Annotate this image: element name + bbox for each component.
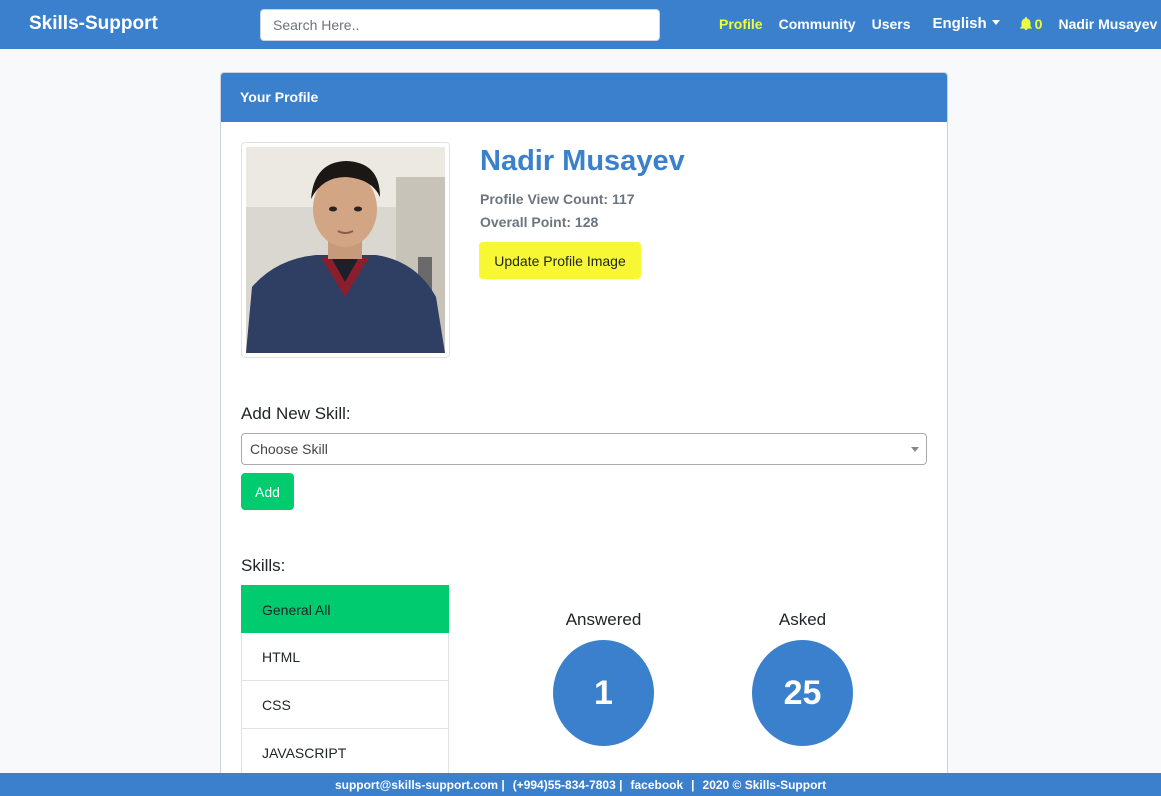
nav-community-link[interactable]: Community — [779, 16, 856, 32]
notification-count: 0 — [1034, 15, 1043, 32]
update-profile-image-button[interactable]: Update Profile Image — [479, 242, 641, 279]
profile-avatar — [246, 147, 445, 353]
profile-card: Your Profile Nadir Musayev Profile View … — [220, 72, 948, 796]
footer-separator: | — [691, 777, 695, 792]
answered-count: 1 — [553, 640, 654, 746]
chevron-down-icon — [911, 447, 919, 452]
footer-facebook-link[interactable]: facebook — [630, 778, 683, 792]
asked-count: 25 — [752, 640, 853, 746]
search-input[interactable] — [260, 9, 660, 41]
answered-label: Answered — [565, 610, 642, 629]
add-skill-label: Add New Skill: — [241, 404, 351, 423]
user-menu-label: Nadir Musayev — [1058, 15, 1158, 32]
overall-point: Overall Point: 128 — [480, 214, 599, 230]
footer-email[interactable]: support@skills-support.com | — [335, 778, 505, 792]
footer-phone[interactable]: (+994)55-834-7803 | — [513, 778, 623, 792]
asked-label: Asked — [778, 610, 827, 629]
nav-users-link[interactable]: Users — [872, 16, 911, 32]
skill-select[interactable]: Choose Skill — [241, 433, 927, 465]
notifications-button[interactable]: 0 — [1019, 15, 1043, 32]
top-navbar: Skills-Support Profile Community Users E… — [0, 0, 1161, 49]
language-dropdown[interactable]: English — [933, 15, 1000, 32]
asked-stat: Asked 25 — [752, 610, 853, 746]
skill-item-general-all[interactable]: General All — [241, 585, 449, 633]
skill-item-javascript[interactable]: JAVASCRIPT — [241, 729, 449, 777]
bell-icon — [1019, 17, 1032, 30]
answered-stat: Answered 1 — [553, 610, 654, 746]
language-label: English — [932, 15, 987, 32]
skills-label: Skills: — [241, 556, 286, 575]
nav-profile-link[interactable]: Profile — [719, 16, 763, 32]
add-skill-button[interactable]: Add — [241, 473, 294, 510]
card-header: Your Profile — [221, 73, 947, 122]
skills-list: General All HTML CSS JAVASCRIPT — [241, 585, 449, 777]
profile-view-count: Profile View Count: 117 — [480, 191, 635, 207]
skill-item-css[interactable]: CSS — [241, 681, 449, 729]
profile-name: Nadir Musayev — [480, 145, 685, 177]
footer: support@skills-support.com | (+994)55-83… — [0, 773, 1161, 796]
skill-select-value: Choose Skill — [250, 441, 328, 457]
avatar-frame — [241, 142, 450, 358]
brand-logo[interactable]: Skills-Support — [29, 13, 158, 35]
nav-links: Profile Community Users English 0 Nadir … — [719, 15, 1161, 32]
skill-item-html[interactable]: HTML — [241, 633, 449, 681]
footer-copyright: 2020 © Skills-Support — [702, 777, 827, 792]
user-menu-dropdown[interactable]: Nadir Musayev — [1058, 16, 1161, 32]
